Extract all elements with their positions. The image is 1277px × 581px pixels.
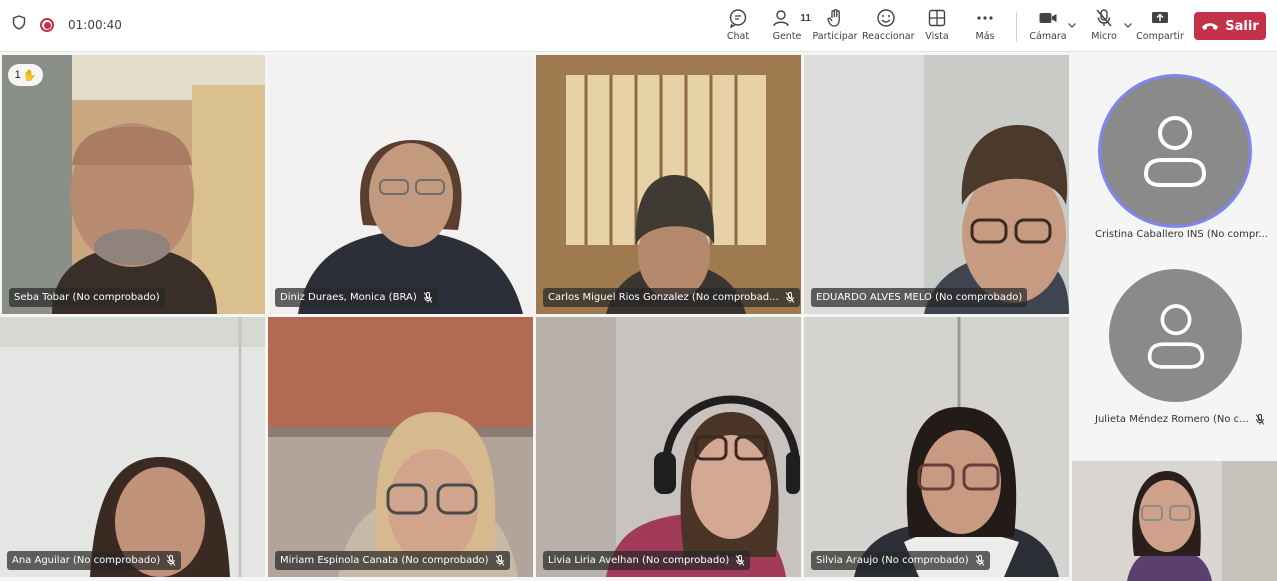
participant-name: Livia Liria Avelhan (No comprobado) [548, 555, 730, 566]
raised-hand-badge: 1 ✋ [8, 64, 43, 86]
participant-name-tag: Carlos Miguel Rios Gonzalez (No comproba… [543, 288, 800, 307]
mic-off-icon [975, 555, 985, 566]
side-participant-name: Cristina Caballero INS (No compr... [1095, 229, 1268, 240]
meeting-timer: 01:00:40 [68, 18, 122, 32]
participant-name: EDUARDO ALVES MELO (No comprobado) [816, 292, 1023, 303]
video-tile[interactable]: Miriam Espinola Canata (No comprobado) [268, 317, 533, 577]
meeting-toolbar: 01:00:40 Chat 11 Gente Participar Reacci… [0, 0, 1277, 52]
hand-icon: ✋ [22, 69, 37, 82]
recording-icon [40, 18, 54, 32]
participant-name: Carlos Miguel Rios Gonzalez (No comproba… [548, 292, 779, 303]
participant-name-tag: Livia Liria Avelhan (No comprobado) [543, 551, 751, 570]
participant-video [536, 55, 801, 314]
camera-label: Cámara [1029, 31, 1067, 42]
view-button[interactable]: Vista [913, 8, 961, 48]
participant-name: Silvia Araujo (No comprobado) [816, 555, 969, 566]
people-button[interactable]: 11 Gente [763, 8, 811, 48]
mic-off-icon [735, 555, 745, 566]
participant-video [2, 55, 265, 314]
people-icon [773, 10, 789, 27]
mic-label: Micro [1091, 31, 1117, 42]
participant-name-tag: Miriam Espinola Canata (No comprobado) [275, 551, 510, 570]
video-tile[interactable]: Livia Liria Avelhan (No comprobado) [536, 317, 801, 577]
mic-off-icon [166, 555, 176, 566]
mic-off-icon [423, 292, 433, 303]
camera-button[interactable]: Cámara [1024, 8, 1072, 48]
leave-button[interactable]: Salir [1194, 12, 1266, 40]
meeting-status: 01:00:40 [12, 15, 122, 35]
toolbar-divider [1016, 12, 1017, 42]
raised-hand-count: 1 [14, 69, 21, 81]
participant-name: Julieta Méndez Romero (No c... [1095, 414, 1249, 425]
grid-icon [928, 9, 946, 27]
camera-chevron-down-icon[interactable] [1067, 20, 1077, 30]
video-tile[interactable]: Silvia Araujo (No comprobado) [804, 317, 1069, 577]
camera-icon [1039, 13, 1057, 23]
participant-name: Cristina Caballero INS (No compr... [1095, 229, 1268, 240]
smile-icon [877, 9, 895, 27]
phone-hangup-icon [1202, 23, 1219, 30]
side-participant-name: Julieta Méndez Romero (No c... [1095, 414, 1265, 425]
person-icon [1147, 303, 1204, 369]
participant-name-tag: Seba Tobar (No comprobado) [9, 288, 165, 307]
participant-name-tag: Silvia Araujo (No comprobado) [811, 551, 990, 570]
react-label: Reaccionar [862, 31, 915, 42]
participant-name: Ana Aguilar (No comprobado) [12, 555, 161, 566]
participant-name-tag: Diniz Duraes, Monica (BRA) [275, 288, 438, 307]
chat-label: Chat [726, 31, 750, 42]
chat-button[interactable]: Chat [714, 8, 762, 48]
participant-video [0, 317, 265, 577]
people-label: Gente [772, 31, 802, 42]
participant-name-tag: EDUARDO ALVES MELO (No comprobado) [811, 288, 1028, 307]
shield-icon[interactable] [12, 15, 26, 35]
participant-name-tag: Ana Aguilar (No comprobado) [7, 551, 182, 570]
video-tile[interactable]: Ana Aguilar (No comprobado) [0, 317, 265, 577]
participant-name: Seba Tobar (No comprobado) [14, 292, 160, 303]
mic-off-icon [785, 292, 795, 303]
people-count: 11 [800, 12, 811, 24]
mic-chevron-down-icon[interactable] [1123, 20, 1133, 30]
participant-video [804, 55, 1069, 314]
mic-off-icon [1255, 414, 1265, 425]
view-label: Vista [925, 31, 949, 42]
self-view-video[interactable] [1072, 461, 1277, 581]
share-icon [1152, 12, 1168, 23]
participant-video [268, 317, 533, 577]
video-tile[interactable]: Seba Tobar (No comprobado) [2, 55, 265, 314]
more-button[interactable]: Más [961, 8, 1009, 48]
avatar[interactable] [1109, 269, 1242, 402]
mic-off-icon [495, 555, 504, 566]
leave-label: Salir [1225, 18, 1259, 34]
share-button[interactable]: Compartir [1136, 8, 1184, 48]
participant-video [268, 55, 533, 314]
more-icon [977, 16, 993, 20]
participant-video [536, 317, 801, 577]
react-button[interactable]: Reaccionar [862, 8, 915, 48]
mic-button[interactable]: Micro [1080, 8, 1128, 48]
participant-video [1072, 461, 1277, 581]
person-icon [1143, 116, 1207, 187]
side-participants-panel: Cristina Caballero INS (No compr... Juli… [1071, 53, 1277, 581]
raise-hand-label: Participar [812, 31, 858, 42]
participant-video [804, 317, 1069, 577]
avatar[interactable] [1101, 77, 1249, 225]
video-tile[interactable]: Carlos Miguel Rios Gonzalez (No comproba… [536, 55, 801, 314]
mic-off-icon [1096, 9, 1112, 27]
hand-icon [827, 9, 840, 27]
video-tile[interactable]: Diniz Duraes, Monica (BRA) [268, 55, 533, 314]
chat-icon [729, 9, 747, 28]
video-tile[interactable]: EDUARDO ALVES MELO (No comprobado) [804, 55, 1069, 314]
raise-hand-button[interactable]: Participar [811, 8, 859, 48]
share-label: Compartir [1136, 31, 1184, 42]
more-label: Más [975, 31, 995, 42]
participant-name: Miriam Espinola Canata (No comprobado) [280, 555, 489, 566]
participant-name: Diniz Duraes, Monica (BRA) [280, 292, 417, 303]
